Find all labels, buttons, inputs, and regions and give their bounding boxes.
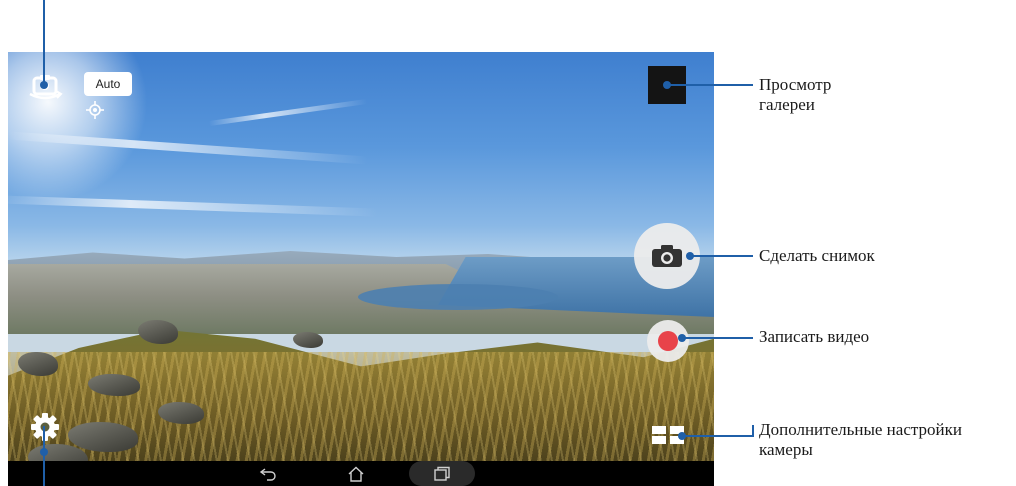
callout-line-more-settings (752, 425, 754, 437)
camera-viewfinder[interactable] (8, 52, 714, 486)
callout-gallery-line1: Просмотр (759, 75, 832, 94)
callout-gallery: Просмотр галереи (759, 75, 831, 115)
callout-record-text: Записать видео (759, 327, 870, 346)
navigation-bar (8, 461, 714, 486)
callout-record: Записать видео (759, 327, 869, 347)
callout-line-switch-camera (43, 0, 45, 85)
callout-shutter: Сделать снимок (759, 246, 875, 266)
callout-dot (663, 81, 671, 89)
back-button[interactable] (253, 461, 283, 486)
record-dot-icon (658, 331, 678, 351)
recent-apps-button[interactable] (409, 461, 475, 486)
home-button[interactable] (341, 461, 371, 486)
camera-icon (652, 245, 682, 267)
callout-gallery-line2: галереи (759, 95, 815, 114)
gear-icon (31, 413, 59, 441)
settings-button[interactable] (30, 412, 60, 442)
callout-shutter-text: Сделать снимок (759, 246, 875, 265)
cloud-streak (208, 98, 368, 127)
recent-apps-icon (434, 466, 450, 481)
lagoon (358, 284, 558, 310)
callout-line-settings (43, 426, 45, 486)
callout-line-record (682, 337, 753, 339)
rock (293, 332, 323, 348)
scene-mode-badge[interactable]: Auto (84, 72, 132, 96)
callout-line-gallery (667, 84, 753, 86)
callout-more-settings-line1: Дополнительные настройки (759, 420, 962, 439)
callout-dot (678, 432, 686, 440)
home-icon (348, 466, 364, 482)
cloud-streak (8, 195, 379, 217)
callout-dot (40, 81, 48, 89)
focus-icon (86, 101, 104, 119)
callout-dot (686, 252, 694, 260)
callout-line-more-settings (682, 435, 753, 437)
callout-more-settings: Дополнительные настройки камеры (759, 420, 962, 460)
back-icon (259, 467, 276, 481)
callout-dot (678, 334, 686, 342)
callout-line-shutter (690, 255, 753, 257)
callout-more-settings-line2: камеры (759, 440, 813, 459)
callout-dot (40, 448, 48, 456)
